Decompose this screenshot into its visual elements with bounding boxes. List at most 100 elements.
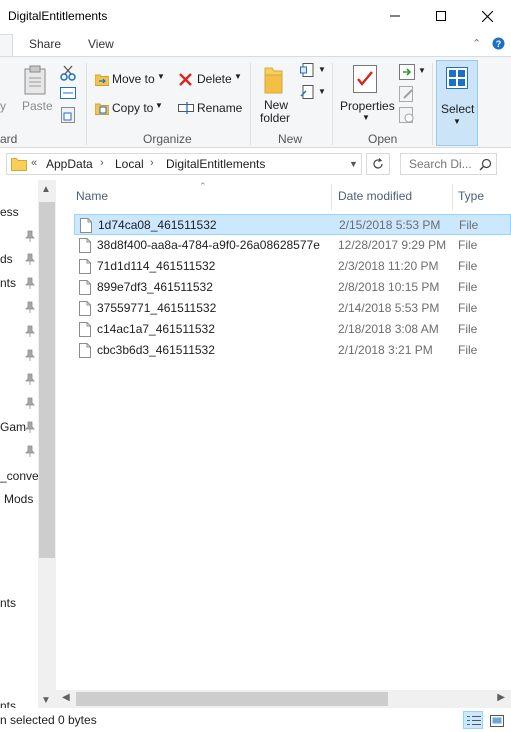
title-bar: DigitalEntitlements [0, 0, 511, 32]
address-bar[interactable]: « AppData › Local › DigitalEntitlements … [6, 153, 362, 175]
copy-to-button[interactable]: Copy to [112, 101, 153, 115]
list-horizontal-scrollbar[interactable]: ◀ ▶ [56, 690, 511, 708]
open-dropdown-icon[interactable]: ▼ [418, 66, 426, 75]
breadcrumb-local[interactable]: Local [115, 157, 144, 171]
breadcrumb-overflow[interactable]: « [31, 157, 37, 169]
details-view-button[interactable] [463, 711, 483, 729]
nav-item[interactable]: Gam [0, 420, 26, 434]
paste-button[interactable]: Paste [22, 99, 53, 113]
file-name: c14ac1a7_461511532 [97, 322, 215, 336]
column-header-type[interactable]: Type [438, 180, 511, 214]
nav-item[interactable]: _conve [0, 469, 39, 483]
open-icon[interactable] [399, 64, 415, 80]
breadcrumb-separator-icon[interactable]: › [100, 157, 104, 169]
collapse-ribbon-icon[interactable]: ⌃ [472, 37, 481, 50]
refresh-button[interactable] [366, 153, 390, 175]
search-box[interactable]: Search Di... [400, 153, 497, 175]
pin-icon[interactable] [25, 397, 35, 409]
column-header-name[interactable]: Name [56, 180, 331, 214]
window-title: DigitalEntitlements [8, 9, 108, 23]
file-date: 2/14/2018 5:53 PM [338, 301, 440, 315]
nav-item[interactable]: Mods [4, 492, 33, 506]
rename-button[interactable]: Rename [197, 101, 242, 115]
search-input[interactable]: Search Di... [409, 157, 472, 171]
large-icons-view-button[interactable] [486, 711, 506, 729]
scroll-right-icon[interactable]: ▶ [497, 692, 505, 703]
new-folder-button[interactable]: New [264, 98, 288, 112]
move-to-button[interactable]: Move to [112, 72, 155, 86]
delete-dropdown-icon[interactable]: ▼ [234, 72, 242, 81]
scroll-left-icon[interactable]: ◀ [62, 692, 70, 703]
breadcrumb-separator-icon[interactable]: › [150, 157, 154, 169]
cut-icon[interactable] [60, 65, 76, 81]
copy-to-dropdown-icon[interactable]: ▼ [155, 101, 163, 110]
nav-item[interactable]: nts [0, 596, 16, 610]
file-date: 2/3/2018 11:20 PM [338, 259, 439, 273]
scroll-up-icon[interactable]: ▲ [41, 184, 51, 195]
clipboard-pin-label[interactable]: y [0, 99, 6, 113]
maximize-button[interactable] [418, 0, 464, 32]
pin-icon[interactable] [25, 373, 35, 385]
table-row[interactable]: 38d8f400-aa8a-4784-a9f0-26a08628577e 12/… [74, 235, 511, 256]
tab-share[interactable]: Share [29, 37, 61, 51]
breadcrumb-digitalentitlements[interactable]: DigitalEntitlements [166, 157, 265, 171]
table-row[interactable]: 37559771_461511532 2/14/2018 5:53 PM Fil… [74, 298, 511, 319]
properties-icon [353, 65, 377, 93]
scrollbar-thumb[interactable] [39, 202, 55, 558]
address-dropdown-icon[interactable]: ▼ [349, 159, 358, 169]
ribbon-tabs: Share View ⌃ ? [0, 32, 511, 56]
table-row[interactable]: 1d74ca08_461511532 2/15/2018 5:53 PM Fil… [74, 214, 511, 235]
new-item-icon[interactable] [300, 63, 316, 79]
nav-item[interactable]: nts [0, 276, 16, 290]
file-date: 2/18/2018 3:08 AM [338, 322, 439, 336]
copy-path-icon[interactable] [60, 87, 76, 99]
status-size: 0 bytes [58, 713, 97, 727]
table-row[interactable]: 899e7df3_461511532 2/8/2018 10:15 PM Fil… [74, 277, 511, 298]
breadcrumb-appdata[interactable]: AppData [46, 157, 93, 171]
new-item-dropdown-icon[interactable]: ▼ [318, 65, 326, 74]
file-date: 2/1/2018 3:21 PM [338, 343, 433, 357]
file-icon [79, 301, 91, 316]
pin-icon[interactable] [25, 230, 35, 242]
history-icon[interactable] [399, 107, 415, 123]
close-button[interactable] [464, 0, 510, 32]
pin-icon[interactable] [25, 325, 35, 337]
file-type: File [458, 301, 478, 315]
scroll-down-icon[interactable]: ▼ [41, 695, 51, 706]
tab-view[interactable]: View [88, 37, 114, 51]
easy-access-icon[interactable] [300, 85, 316, 101]
separator [86, 63, 87, 145]
pin-icon[interactable] [25, 421, 35, 433]
new-folder-button-line2[interactable]: folder [260, 111, 290, 125]
pin-icon[interactable] [25, 253, 35, 265]
paste-shortcut-icon[interactable] [61, 107, 75, 123]
table-row[interactable]: 71d1d114_461511532 2/3/2018 11:20 PM Fil… [74, 256, 511, 277]
select-all-icon [446, 67, 468, 89]
delete-button[interactable]: Delete [197, 72, 232, 86]
scrollbar-thumb[interactable] [76, 692, 388, 706]
move-to-dropdown-icon[interactable]: ▼ [157, 72, 165, 81]
nav-item[interactable]: ds [0, 252, 13, 266]
properties-button[interactable]: Properties [340, 99, 395, 113]
details-view-icon [467, 716, 481, 725]
minimize-button[interactable] [372, 0, 418, 32]
separator [432, 63, 433, 145]
column-header-date[interactable]: Date modified [318, 180, 453, 214]
pin-icon[interactable] [25, 445, 35, 457]
tab-home[interactable] [0, 34, 13, 56]
properties-dropdown-icon[interactable]: ▼ [362, 113, 370, 122]
table-row[interactable]: c14ac1a7_461511532 2/18/2018 3:08 AM Fil… [74, 319, 511, 340]
pin-icon[interactable] [25, 277, 35, 289]
nav-vertical-scrollbar[interactable]: ▲ ▼ [38, 180, 56, 710]
pin-icon[interactable] [25, 301, 35, 313]
file-type: File [458, 322, 478, 336]
file-date: 12/28/2017 9:29 PM [338, 238, 447, 252]
nav-item[interactable]: ess [0, 205, 19, 219]
pin-icon[interactable] [25, 349, 35, 361]
help-icon[interactable]: ? [492, 37, 505, 53]
edit-icon[interactable] [399, 86, 415, 102]
easy-access-dropdown-icon[interactable]: ▼ [318, 87, 326, 96]
table-row[interactable]: cbc3b6d3_461511532 2/1/2018 3:21 PM File [74, 340, 511, 361]
organize-group-label: Organize [143, 132, 192, 146]
select-button[interactable]: Select ▼ [436, 60, 478, 146]
